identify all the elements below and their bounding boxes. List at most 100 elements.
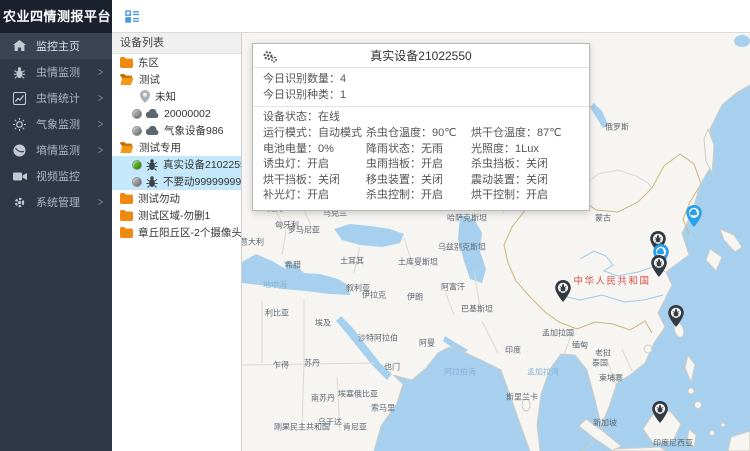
device-settings-gears-icon[interactable] bbox=[262, 49, 278, 64]
sidebar-item-label: 虫情监测 bbox=[36, 64, 80, 80]
popup-header: 真实设备21022550 bbox=[253, 44, 589, 68]
device-tree-row[interactable]: 测试区域-勿删1 bbox=[112, 207, 241, 224]
sidebar-item-home[interactable]: 监控主页 bbox=[0, 33, 112, 59]
device-tree-label: 测试勿动 bbox=[138, 191, 180, 206]
insect-device-marker[interactable] bbox=[668, 305, 684, 327]
popup-device-status: 设备状态：在线 bbox=[253, 107, 589, 125]
popup-today-line: 今日识别种类：1 bbox=[263, 87, 579, 103]
chevron-right-icon: > bbox=[98, 144, 103, 157]
device-tree-label: 东区 bbox=[138, 55, 159, 70]
cloud-icon bbox=[146, 126, 159, 135]
device-tree-row[interactable]: 章丘阳丘区-2个摄像头 bbox=[112, 224, 241, 241]
folder-icon bbox=[120, 57, 133, 68]
device-tree-label: 测试 bbox=[139, 72, 160, 87]
popup-telemetry-cell: 烘干仓温度：87℃ bbox=[471, 126, 579, 142]
cloud-icon bbox=[146, 109, 159, 118]
popup-telemetry-cell: 运行模式：自动模式 bbox=[263, 126, 366, 142]
status-gray-dot bbox=[132, 177, 142, 187]
popup-telemetry-cell: 降雨状态：无雨 bbox=[366, 142, 471, 158]
chevron-right-icon: > bbox=[98, 92, 103, 105]
popup-telemetry-cell: 烘干控制：开启 bbox=[471, 188, 579, 204]
device-tree-row[interactable]: 真实设备21022550 bbox=[112, 156, 241, 173]
popup-telemetry-cell: 杀虫控制：开启 bbox=[366, 188, 471, 204]
list-layout-icon[interactable] bbox=[125, 10, 140, 23]
popup-telemetry-cell: 补光灯：开启 bbox=[263, 188, 366, 204]
chevron-right-icon: > bbox=[98, 196, 103, 209]
folder-open-icon bbox=[120, 142, 134, 153]
sidebar-item-label: 虫情统计 bbox=[36, 90, 80, 106]
device-tree-row[interactable]: 测试勿动 bbox=[112, 190, 241, 207]
device-tree-row[interactable]: 测试 bbox=[112, 71, 241, 88]
popup-telemetry-cell: 烘干挡板：关闭 bbox=[263, 173, 366, 189]
sidebar-item-label: 视频监控 bbox=[36, 168, 80, 184]
bug-icon bbox=[146, 175, 158, 188]
topbar bbox=[112, 0, 750, 33]
world-map[interactable]: 俄罗斯哈萨克斯坦乌克兰捷克匈牙利罗马尼亚意大利希腊土耳其地中海叙利亚伊拉克伊朗阿… bbox=[242, 33, 750, 451]
popup-telemetry-grid: 运行模式：自动模式杀虫仓温度：90℃烘干仓温度：87℃ 电池电量：0%降雨状态：无… bbox=[253, 125, 589, 210]
weather-device-marker[interactable] bbox=[686, 205, 702, 227]
insect-device-marker[interactable] bbox=[555, 280, 571, 302]
device-info-popup: 真实设备21022550 今日识别数量：4今日识别种类：1 设备状态：在线 运行… bbox=[252, 43, 590, 211]
sidebar-item-chart[interactable]: 虫情统计 > bbox=[0, 85, 112, 111]
device-tree-row[interactable]: 测试专用 bbox=[112, 139, 241, 156]
device-tree-label: 测试专用 bbox=[139, 140, 181, 155]
sidebar-item-camera[interactable]: 视频监控 bbox=[0, 163, 112, 189]
sidebar: 农业四情测报平台 监控主页虫情监测>虫情统计>气象监测>墒情监测>视频监控系统管… bbox=[0, 0, 112, 451]
folder-icon bbox=[120, 193, 133, 204]
popup-today-line: 今日识别数量：4 bbox=[263, 71, 579, 87]
device-tree-label: 不要动99999999 bbox=[163, 174, 241, 189]
popup-today-stats: 今日识别数量：4今日识别种类：1 bbox=[253, 68, 589, 107]
folder-icon bbox=[120, 210, 133, 221]
device-tree-label: 测试区域-勿删1 bbox=[138, 208, 210, 223]
insect-device-marker[interactable] bbox=[651, 255, 667, 277]
popup-telemetry-cell: 杀虫仓温度：90℃ bbox=[366, 126, 471, 142]
sidebar-item-sun[interactable]: 气象监测 > bbox=[0, 111, 112, 137]
insect-device-marker[interactable] bbox=[652, 401, 668, 423]
status-green-dot bbox=[132, 160, 142, 170]
status-gray-dot bbox=[132, 126, 142, 136]
gear-icon bbox=[12, 196, 27, 209]
device-tree-row[interactable]: 20000002 bbox=[112, 105, 241, 122]
pin-icon bbox=[140, 90, 150, 103]
chevron-right-icon: > bbox=[98, 66, 103, 79]
app-title: 农业四情测报平台 bbox=[0, 0, 112, 33]
device-tree-label: 章丘阳丘区-2个摄像头 bbox=[138, 225, 241, 240]
sidebar-item-label: 系统管理 bbox=[36, 194, 80, 210]
sidebar-item-label: 监控主页 bbox=[36, 38, 80, 54]
popup-telemetry-cell: 杀虫挡板：关闭 bbox=[471, 157, 579, 173]
popup-telemetry-cell: 诱虫灯：开启 bbox=[263, 157, 366, 173]
device-tree-label: 未知 bbox=[155, 89, 176, 104]
sidebar-item-label: 气象监测 bbox=[36, 116, 80, 132]
status-gray-dot bbox=[132, 109, 142, 119]
bug-icon bbox=[12, 66, 27, 79]
chevron-right-icon: > bbox=[98, 118, 103, 131]
folder-icon bbox=[120, 227, 133, 238]
device-tree-row[interactable]: 东区 bbox=[112, 54, 241, 71]
sidebar-item-bug[interactable]: 虫情监测 > bbox=[0, 59, 112, 85]
globe-icon bbox=[12, 144, 27, 157]
device-list-panel: 设备列表 东区测试未知 20000002 气象设备986 测试专用真实设备210225… bbox=[112, 33, 242, 451]
device-tree-row[interactable]: 气象设备986 bbox=[112, 122, 241, 139]
app-window: 农业四情测报平台 监控主页虫情监测>虫情统计>气象监测>墒情监测>视频监控系统管… bbox=[0, 0, 750, 451]
camera-icon bbox=[12, 171, 27, 182]
popup-telemetry-cell: 虫雨挡板：开启 bbox=[366, 157, 471, 173]
sidebar-item-gear[interactable]: 系统管理 > bbox=[0, 189, 112, 215]
sun-icon bbox=[12, 118, 27, 131]
device-tree-label: 气象设备986 bbox=[164, 123, 224, 138]
device-tree-label: 真实设备21022550 bbox=[163, 157, 241, 172]
chart-icon bbox=[12, 92, 27, 105]
device-tree-row[interactable]: 不要动99999999 bbox=[112, 173, 241, 190]
device-tree-row[interactable]: 未知 bbox=[112, 88, 241, 105]
sidebar-item-globe[interactable]: 墒情监测> bbox=[0, 137, 112, 163]
popup-telemetry-cell: 移虫装置：关闭 bbox=[366, 173, 471, 189]
device-tree-label: 20000002 bbox=[164, 108, 211, 120]
folder-open-icon bbox=[120, 74, 134, 85]
popup-telemetry-cell: 光照度：1Lux bbox=[471, 142, 579, 158]
device-list-header: 设备列表 bbox=[112, 33, 241, 54]
bug-icon bbox=[146, 158, 158, 171]
sidebar-menu: 监控主页虫情监测>虫情统计>气象监测>墒情监测>视频监控系统管理> bbox=[0, 33, 112, 215]
device-tree: 东区测试未知 20000002 气象设备986 测试专用真实设备21022550 不要动… bbox=[112, 54, 241, 241]
popup-telemetry-cell: 电池电量：0% bbox=[263, 142, 366, 158]
popup-device-title: 真实设备21022550 bbox=[370, 47, 471, 64]
popup-telemetry-cell: 震动装置：关闭 bbox=[471, 173, 579, 189]
